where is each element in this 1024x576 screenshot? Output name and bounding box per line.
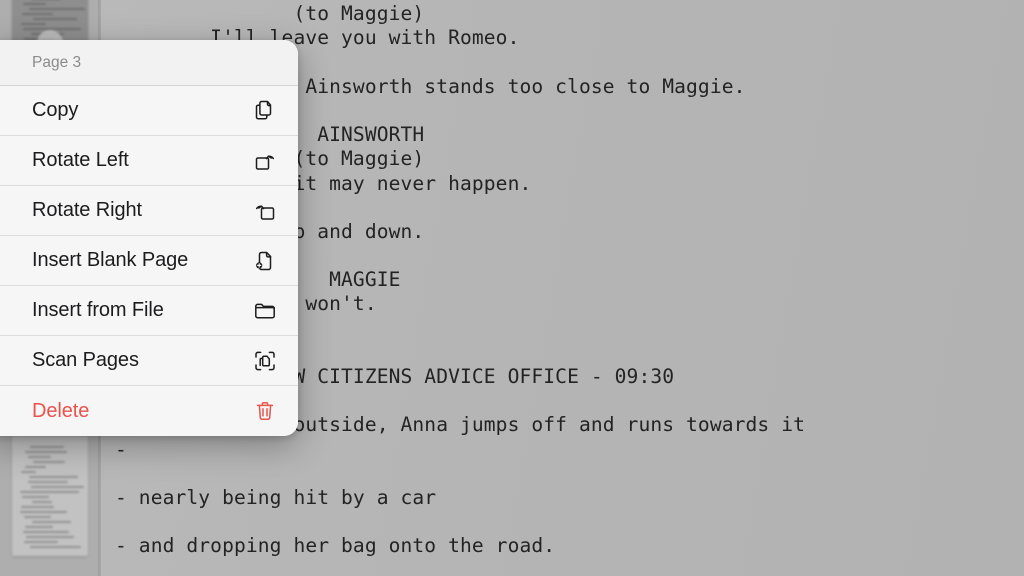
thumbnail-text-line <box>28 481 68 483</box>
context-menu-item-label: Copy <box>32 99 79 121</box>
context-menu-item-label: Insert from File <box>32 299 164 321</box>
folder-icon <box>252 298 278 324</box>
thumbnail-text-line <box>22 13 53 15</box>
scan-pages-icon <box>252 348 278 374</box>
document-line: - nearly being hit by a car <box>115 485 437 509</box>
context-menu-header: Page 3 <box>0 40 298 86</box>
thumbnail-text-line <box>21 506 54 508</box>
context-menu-item-delete[interactable]: Delete <box>0 386 298 436</box>
context-menu-item-rotate-left[interactable]: Rotate Left <box>0 136 298 186</box>
document-line <box>115 462 1024 486</box>
page-thumbnail[interactable] <box>12 436 88 556</box>
thumbnail-text-line <box>21 23 46 25</box>
thumbnail-text-line <box>23 3 46 5</box>
context-menu-item-label: Insert Blank Page <box>32 249 189 271</box>
thumbnail-text-line <box>31 486 84 488</box>
thumbnail-text-line <box>26 536 74 538</box>
context-menu-title: Page 3 <box>32 53 82 71</box>
thumbnail-text-line <box>23 531 69 533</box>
context-menu-item-label: Rotate Right <box>32 199 142 221</box>
thumbnail-text-line <box>29 476 78 478</box>
thumbnail-text-line <box>24 541 58 543</box>
document-line: - and dropping her bag onto the road. <box>115 534 556 558</box>
thumbnail-text-line <box>30 446 64 448</box>
thumbnail-text-line <box>21 471 36 473</box>
thumbnail-text-line <box>29 8 85 10</box>
document-line: (to Maggie) <box>115 2 425 26</box>
context-menu-item-rotate-right[interactable]: Rotate Right <box>0 186 298 236</box>
context-menu-item-insert-blank-page[interactable]: Insert Blank Page <box>0 236 298 286</box>
page-context-menu[interactable]: Page 3 Copy Rotate Left Rotate Right Insert… <box>0 40 298 436</box>
thumbnail-text-line <box>25 526 53 528</box>
context-menu-item-copy[interactable]: Copy <box>0 86 298 136</box>
thumbnail-text-line <box>32 521 71 523</box>
thumbnail-text-line <box>28 456 51 458</box>
context-menu-item-label: Delete <box>32 399 90 422</box>
context-menu-items: Copy Rotate Left Rotate Right Insert Blank … <box>0 86 298 436</box>
thumbnail-text-line <box>20 511 67 513</box>
thumbnail-text-line <box>22 496 49 498</box>
context-menu-item-label: Scan Pages <box>32 349 139 371</box>
document-line <box>115 510 1024 534</box>
insert-blank-page-icon <box>252 248 278 274</box>
rotate-left-icon <box>252 148 278 174</box>
thumbnail-text-line <box>25 466 46 468</box>
app-root: ANNA (to Maggie) I'll leave you with Rom… <box>0 0 1024 576</box>
thumbnail-text-line <box>30 546 81 548</box>
document-line: - <box>115 437 127 461</box>
thumbnail-text-line <box>25 451 67 453</box>
thumbnail-text-line <box>24 516 51 518</box>
thumbnail-text-line <box>33 461 65 463</box>
context-menu-item-scan-pages[interactable]: Scan Pages <box>0 336 298 386</box>
thumbnail-text-line <box>32 501 52 503</box>
copy-icon <box>252 98 278 124</box>
thumbnail-text-line <box>33 18 77 20</box>
context-menu-item-label: Rotate Left <box>32 149 129 171</box>
rotate-right-icon <box>252 198 278 224</box>
thumbnail-text-line <box>20 491 79 493</box>
trash-icon <box>252 398 278 424</box>
context-menu-item-insert-from-file[interactable]: Insert from File <box>0 286 298 336</box>
